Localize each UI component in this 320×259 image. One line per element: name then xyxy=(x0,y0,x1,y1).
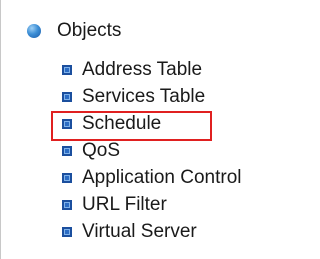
bullet-square-icon xyxy=(62,199,72,210)
menu-item-label: URL Filter xyxy=(82,193,167,215)
bullet-square-icon xyxy=(62,226,72,237)
menu-item-services-table[interactable]: Services Table xyxy=(62,83,241,110)
menu-item-schedule[interactable]: Schedule xyxy=(62,110,241,137)
menu-item-label: Services Table xyxy=(82,85,206,107)
section-label: Objects xyxy=(57,20,122,41)
bullet-square-icon xyxy=(62,118,72,129)
bullet-square-icon xyxy=(62,64,72,75)
menu-item-label: Address Table xyxy=(82,58,203,80)
objects-submenu: Address Table Services Table Schedule Qo… xyxy=(62,56,241,245)
menu-item-url-filter[interactable]: URL Filter xyxy=(62,191,241,218)
menu-item-label: Application Control xyxy=(82,166,242,188)
menu-item-virtual-server[interactable]: Virtual Server xyxy=(62,218,241,245)
nav-tree: Objects Address Table Services Table Sch… xyxy=(0,0,300,259)
menu-item-qos[interactable]: QoS xyxy=(62,137,241,164)
menu-item-address-table[interactable]: Address Table xyxy=(62,56,241,83)
bullet-square-icon xyxy=(62,145,72,156)
tree-section-objects[interactable]: Objects xyxy=(27,18,121,44)
menu-item-application-control[interactable]: Application Control xyxy=(62,164,241,191)
bullet-square-icon xyxy=(62,172,72,183)
menu-item-label: Schedule xyxy=(82,112,162,134)
bullet-circle-icon xyxy=(27,24,41,38)
menu-item-label: Virtual Server xyxy=(82,220,197,242)
menu-item-label: QoS xyxy=(82,139,121,161)
bullet-square-icon xyxy=(62,91,72,102)
